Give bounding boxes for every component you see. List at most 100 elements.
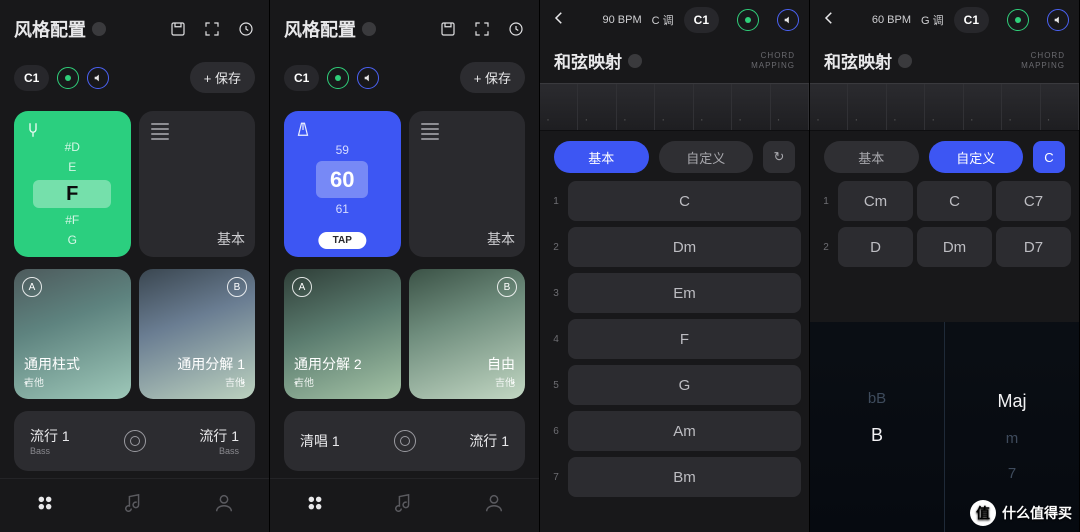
key-selector-tile[interactable]: #D E F #F G [14,111,131,257]
back-icon[interactable] [820,9,838,32]
save-preset-icon[interactable] [169,20,187,38]
picker-option[interactable]: bB [868,390,886,407]
chord-cell[interactable]: G [568,365,801,405]
tab-music-icon[interactable] [393,492,415,519]
chord-cell[interactable]: Bm [568,457,801,497]
timeline-strip[interactable] [540,83,809,131]
chord-cell[interactable]: Dm [917,227,992,267]
tab-grid-icon[interactable] [304,492,326,519]
play-indicator-icon[interactable] [1007,9,1029,31]
style-tile[interactable]: A 通用柱式 吉他 * [14,269,131,399]
picker-option[interactable]: m [1006,430,1019,447]
pattern-tile[interactable]: 基本 [409,111,526,257]
topbar: 60 BPM G 调 C1 [810,0,1079,40]
chord-cell[interactable]: C [568,181,801,221]
sound-icon[interactable] [777,9,799,31]
bpm-selector-tile[interactable]: 59 60 61 TAP [284,111,401,257]
pill-basic[interactable]: 基本 [824,141,919,173]
save-preset-icon[interactable] [439,20,457,38]
note-up1: E [68,157,76,177]
chord-cell[interactable]: Am [568,411,801,451]
reset-button[interactable]: ↻ [763,141,795,173]
timeline-strip[interactable] [810,83,1079,131]
picker-selected[interactable]: B [871,425,883,446]
picker-root-col[interactable]: bB B [810,322,944,532]
tab-profile-icon[interactable] [483,492,505,519]
style-tile[interactable]: A 通用分解 2 吉他 * [284,269,401,399]
chord-cell[interactable]: D7 [996,227,1071,267]
picker-selected[interactable]: Maj [997,391,1026,412]
bpm-selected[interactable]: 60 [316,161,368,198]
sound-icon[interactable] [87,67,109,89]
pill-custom[interactable]: 自定义 [929,141,1024,173]
note-selected[interactable]: F [33,180,111,208]
chord-cell[interactable]: C7 [996,181,1071,221]
tab-grid-icon[interactable] [34,492,56,519]
fullscreen-icon[interactable] [473,20,491,38]
chord-row[interactable]: 7Bm [548,457,801,497]
play-indicator-icon[interactable] [737,9,759,31]
tab-music-icon[interactable] [123,492,145,519]
toolbar: C1 + 保存 [270,50,539,105]
style-tile[interactable]: B 自由 吉他 * [409,269,526,399]
chord-cell[interactable]: Em [568,273,801,313]
sound-icon[interactable] [357,67,379,89]
target-icon [394,430,416,452]
help-icon[interactable] [362,22,376,36]
chord-list[interactable]: 1C 2Dm 3Em 4F 5G 6Am 7Bm [540,181,809,503]
chord-row[interactable]: 5G [548,365,801,405]
chord-row[interactable]: 1 Cm C C7 [818,181,1071,221]
save-button[interactable]: + 保存 [190,62,255,93]
style-tile[interactable]: B 通用分解 1 吉他 * [139,269,256,399]
slot-chip[interactable]: C1 [684,7,719,33]
note-dn1: #F [65,210,79,230]
chord-row[interactable]: 6Am [548,411,801,451]
play-indicator-icon[interactable] [57,67,79,89]
chord-row[interactable]: 4F [548,319,801,359]
back-icon[interactable] [550,9,568,32]
history-icon[interactable] [237,20,255,38]
section-title: 和弦映射 [554,48,622,73]
tab-profile-icon[interactable] [213,492,235,519]
sound-icon[interactable] [1047,9,1069,31]
history-icon[interactable] [507,20,525,38]
pattern-tile[interactable]: 基本 [139,111,256,257]
pill-custom[interactable]: 自定义 [659,141,754,173]
chord-cell[interactable]: F [568,319,801,359]
slot-chip[interactable]: C1 [284,65,319,91]
badge-b-icon: B [227,277,247,297]
save-button[interactable]: + 保存 [460,62,525,93]
help-icon[interactable] [898,54,912,68]
bass-tile[interactable]: 流行 1 Bass 流行 1 Bass [14,411,255,471]
target-icon [124,430,146,452]
chord-cell[interactable]: C [917,181,992,221]
chord-cell[interactable]: D [838,227,913,267]
chord-grid[interactable]: 1 Cm C C7 2 D Dm D7 [810,181,1079,273]
picker-option[interactable]: 7 [1008,465,1016,482]
style-sub: 吉他 [149,374,246,389]
help-icon[interactable] [92,22,106,36]
chord-row[interactable]: 2Dm [548,227,801,267]
chord-row[interactable]: 2 D Dm D7 [818,227,1071,267]
star-icon: * [241,380,245,391]
panel-chord-mapping-custom: 60 BPM G 调 C1 和弦映射 CHORD MAPPING 基本 自定义 … [810,0,1080,532]
pill-basic[interactable]: 基本 [554,141,649,173]
row-index: 4 [548,334,564,345]
play-indicator-icon[interactable] [327,67,349,89]
bpm-dn: 61 [336,200,349,218]
reset-button[interactable]: C [1033,141,1065,173]
bpm-label: 60 BPM [872,14,911,26]
help-icon[interactable] [628,54,642,68]
bass-tile[interactable]: 清唱 1 流行 1 [284,411,525,471]
style-tiles: A 通用柱式 吉他 * B 通用分解 1 吉他 * [0,263,269,405]
chord-row[interactable]: 3Em [548,273,801,313]
star-icon: * [294,380,298,391]
chord-cell[interactable]: Dm [568,227,801,267]
slot-chip[interactable]: C1 [954,7,989,33]
chord-cell[interactable]: Cm [838,181,913,221]
row-index: 1 [548,196,564,207]
slot-chip[interactable]: C1 [14,65,49,91]
fullscreen-icon[interactable] [203,20,221,38]
tap-button[interactable]: TAP [319,232,366,249]
chord-row[interactable]: 1C [548,181,801,221]
